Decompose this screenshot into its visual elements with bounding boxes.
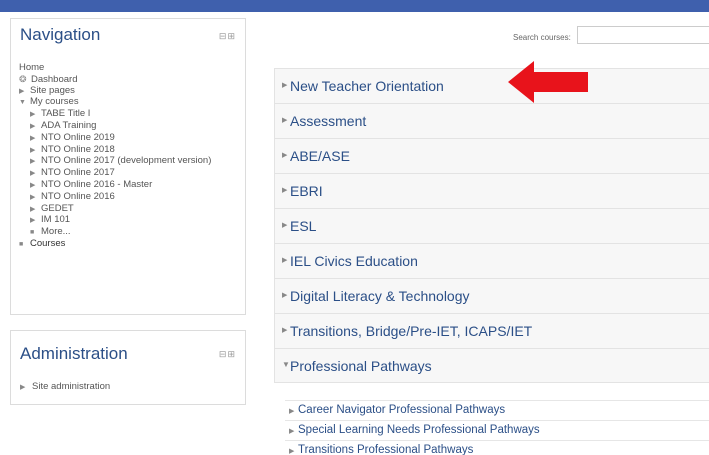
- category-item[interactable]: ▶ Digital Literacy & Technology: [274, 278, 709, 313]
- category-item[interactable]: ▶ ESL: [274, 208, 709, 243]
- administration-title: Administration: [20, 344, 128, 363]
- block-controls-icon[interactable]: ⊟⊞: [219, 349, 236, 360]
- chevron-right-icon: ▶: [282, 257, 288, 264]
- navigation-tree: Home ❂ Dashboard ▶ Site pages ▼ My courses …: [19, 62, 211, 251]
- chevron-right-icon: ▶: [30, 205, 36, 213]
- chevron-right-icon: ▶: [282, 327, 288, 334]
- chevron-right-icon: ▶: [282, 187, 288, 194]
- navigation-block: Navigation ⊟⊞ Home ❂ Dashboard ▶ Site page…: [10, 18, 246, 315]
- category-item[interactable]: ▶ Assessment: [274, 103, 709, 138]
- nav-home[interactable]: Home: [19, 62, 211, 74]
- chevron-right-icon: ▶: [289, 428, 295, 435]
- bullet-icon: ■: [19, 240, 24, 248]
- chevron-right-icon: ▶: [30, 217, 36, 225]
- chevron-right-icon: ▶: [19, 87, 25, 95]
- category-item[interactable]: ▶ IEL Civics Education: [274, 243, 709, 278]
- chevron-right-icon: ▶: [30, 146, 36, 154]
- chevron-right-icon: ▶: [282, 117, 288, 124]
- subcategory-item[interactable]: ▶ Special Learning Needs Professional Pat…: [285, 420, 709, 440]
- category-item[interactable]: ▶ ABE/ASE: [274, 138, 709, 173]
- category-item[interactable]: ▶ Transitions, Bridge/Pre-IET, ICAPS/IET: [274, 313, 709, 348]
- chevron-right-icon: ▶: [30, 193, 36, 201]
- administration-block: Administration ⊟⊞ ▶ Site administration: [10, 330, 246, 405]
- nav-courses[interactable]: ■ Courses: [19, 238, 211, 251]
- course-category-list: ▶ New Teacher Orientation ▶ Assessment ▶ AB…: [274, 68, 709, 383]
- chevron-down-icon: ▼: [19, 99, 26, 107]
- chevron-right-icon: ▶: [282, 222, 288, 229]
- subcategory-item[interactable]: ▶ Transitions Professional Pathways: [285, 440, 709, 455]
- chevron-right-icon: ▶: [30, 170, 36, 178]
- chevron-right-icon: ▶: [30, 122, 36, 130]
- dashboard-icon: ❂: [19, 73, 27, 84]
- chevron-right-icon: ▶: [30, 111, 36, 119]
- search-courses-input[interactable]: [577, 26, 709, 44]
- category-item[interactable]: ▶ New Teacher Orientation: [274, 68, 709, 103]
- subcategory-item[interactable]: ▶ Career Navigator Professional Pathways: [285, 400, 709, 420]
- red-arrow-annotation-icon: [508, 61, 588, 103]
- chevron-right-icon: ▶: [282, 82, 288, 89]
- search-courses-label: Search courses:: [513, 33, 571, 42]
- site-administration-link[interactable]: ▶ Site administration: [20, 381, 110, 392]
- top-bar: [0, 0, 709, 12]
- subcategory-list: ▶ Career Navigator Professional Pathways …: [285, 400, 709, 455]
- chevron-down-icon: ▼: [282, 360, 290, 369]
- chevron-right-icon: ▶: [289, 408, 295, 415]
- category-item-expanded[interactable]: ▼ Professional Pathways: [274, 348, 709, 383]
- category-item[interactable]: ▶ EBRI: [274, 173, 709, 208]
- navigation-title: Navigation: [20, 25, 101, 44]
- chevron-right-icon: ▶: [30, 134, 36, 142]
- chevron-right-icon: ▶: [30, 181, 36, 189]
- chevron-right-icon: ▶: [20, 384, 26, 391]
- chevron-right-icon: ▶: [289, 448, 295, 455]
- chevron-right-icon: ▶: [282, 152, 288, 159]
- chevron-right-icon: ▶: [30, 158, 36, 166]
- block-controls-icon[interactable]: ⊟⊞: [219, 31, 236, 42]
- chevron-right-icon: ▶: [282, 292, 288, 299]
